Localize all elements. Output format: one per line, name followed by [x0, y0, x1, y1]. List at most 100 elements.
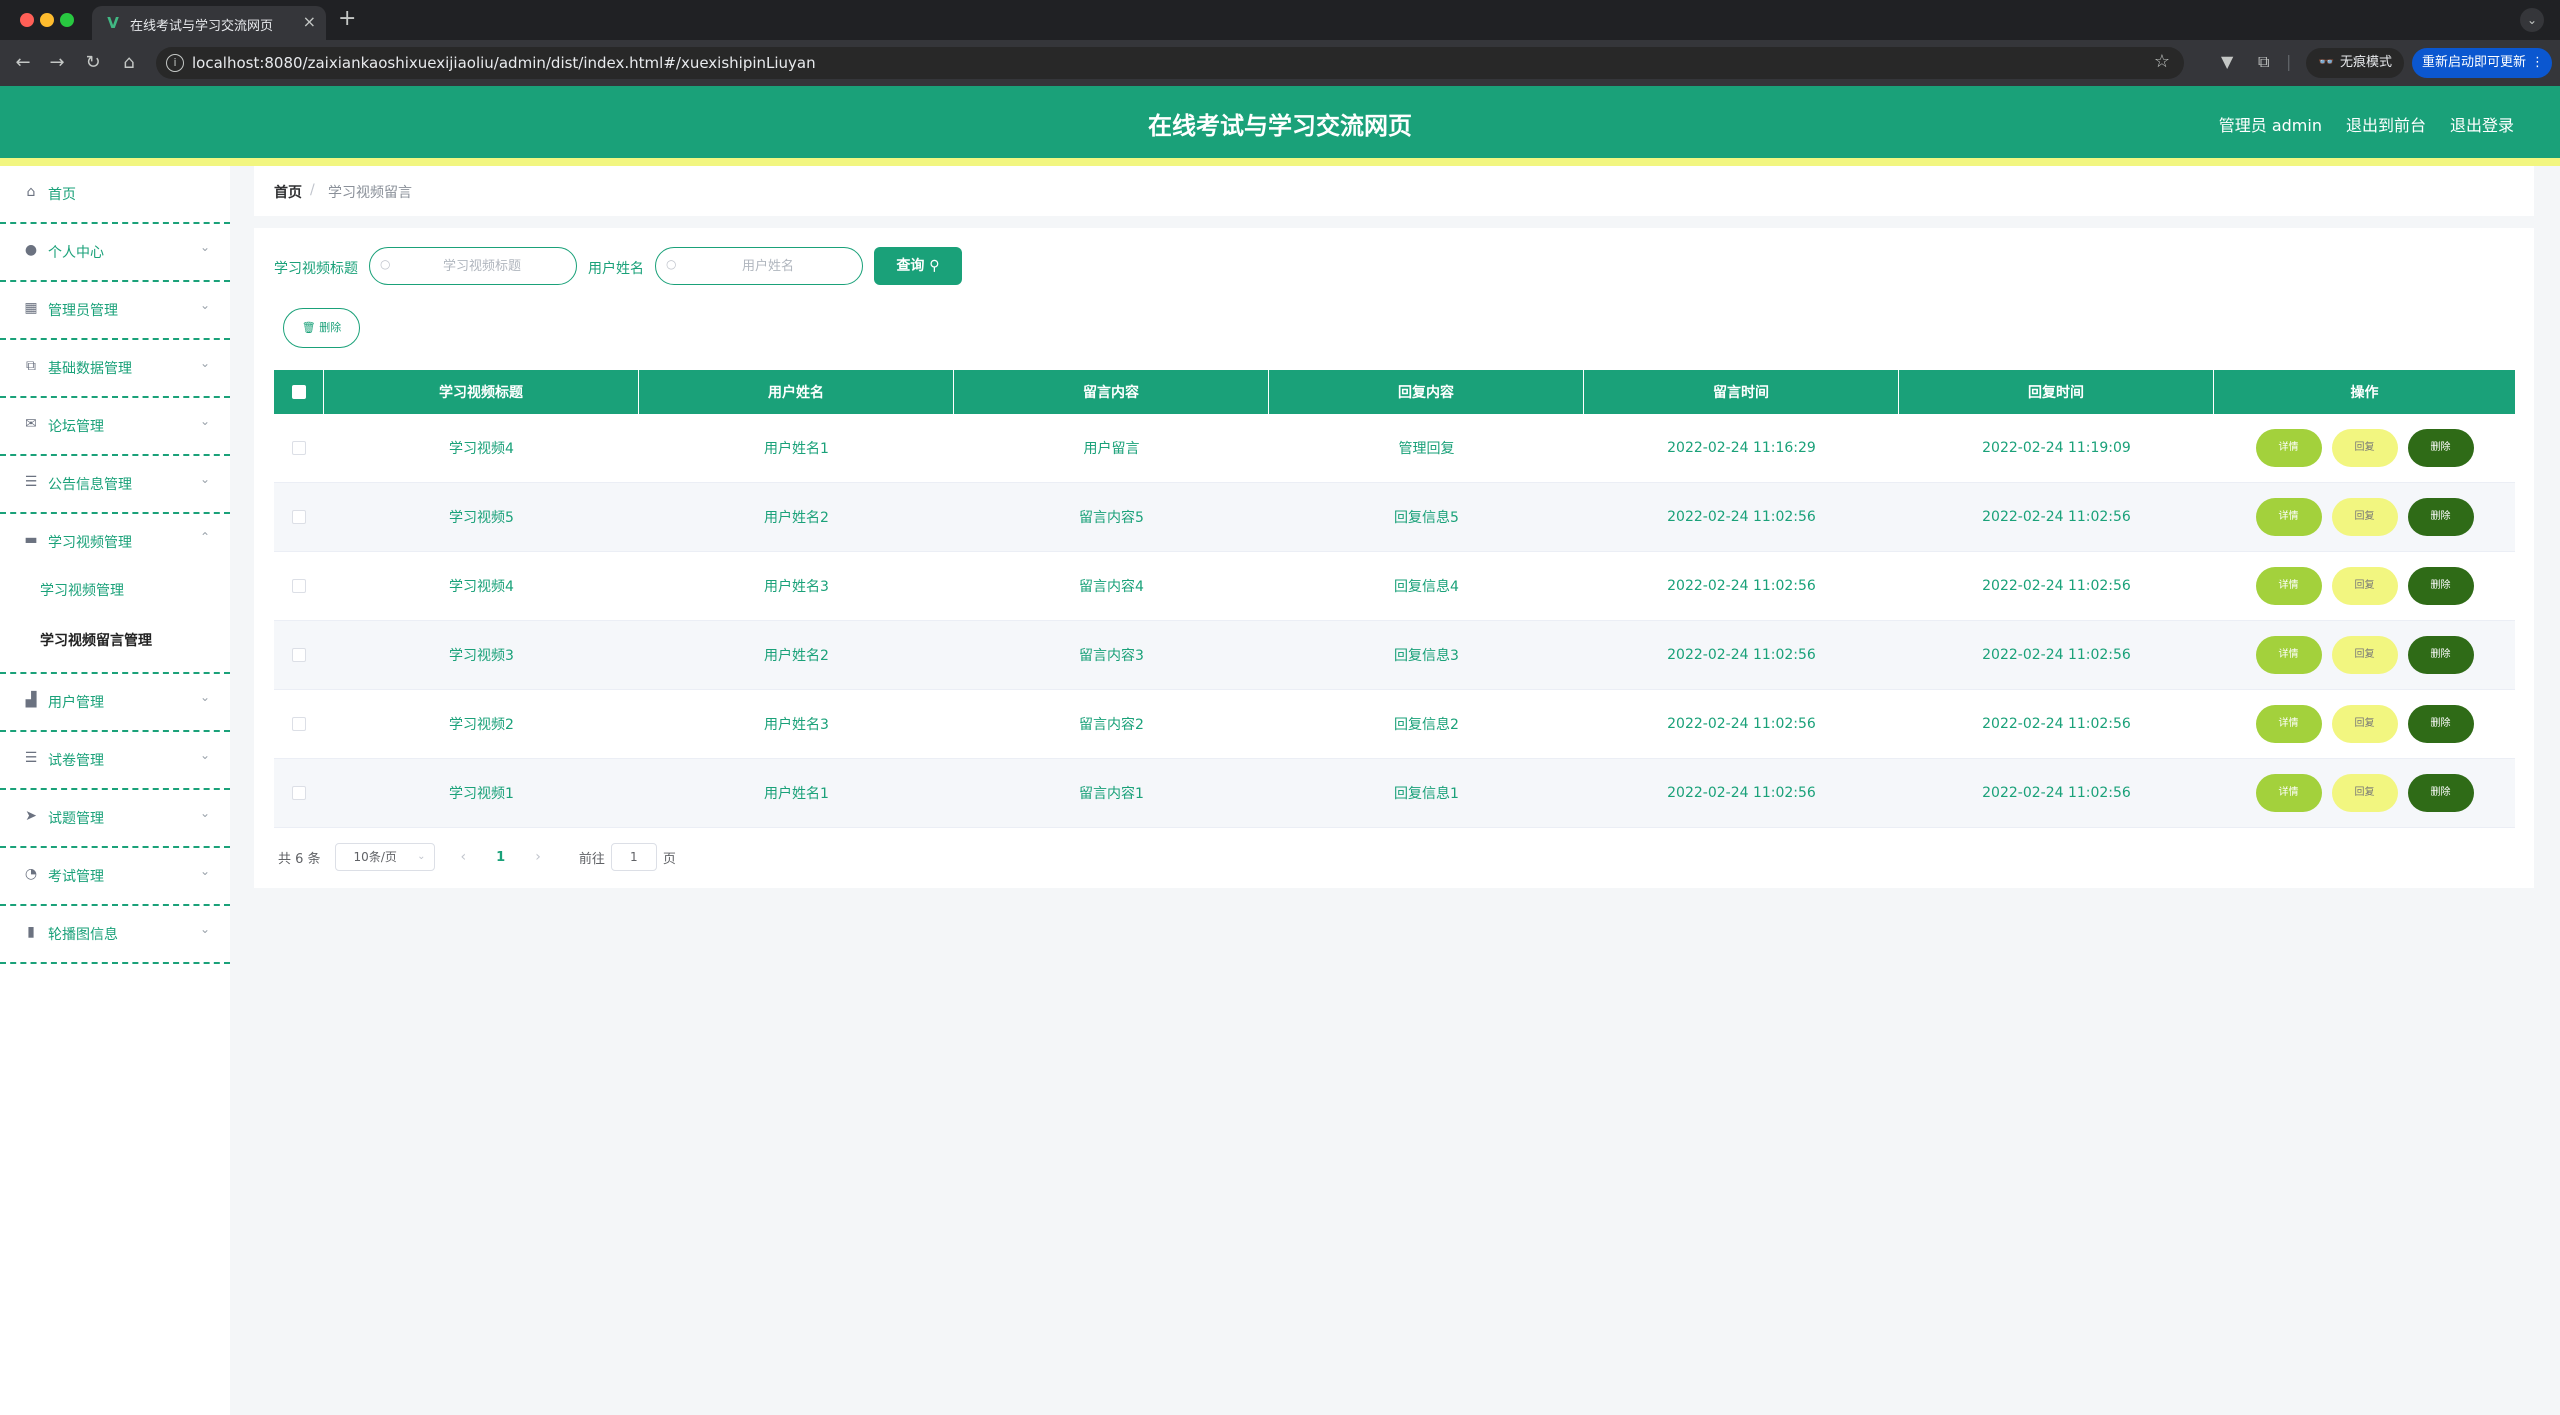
row-select-cell: [274, 552, 324, 620]
reply-button[interactable]: 回复: [2331, 636, 2398, 674]
sidebar-item-exams[interactable]: ◔ 考试管理 ⌄: [0, 848, 230, 906]
submenu-video-comments[interactable]: 学习视频留言管理: [40, 630, 152, 650]
sidebar-item-carousel[interactable]: ▮ 轮播图信息 ⌄: [0, 906, 230, 964]
sidebar-item-video[interactable]: ▬ 学习视频管理 ⌃: [0, 514, 230, 572]
reply-button[interactable]: 回复: [2331, 567, 2398, 605]
extension-icon[interactable]: ▼: [2221, 52, 2233, 71]
column-header: 回复内容: [1269, 370, 1584, 414]
reply-button[interactable]: 回复: [2331, 774, 2398, 812]
select-all-checkbox[interactable]: [291, 385, 306, 399]
url-text[interactable]: localhost:8080/zaixiankaoshixuexijiaoliu…: [192, 54, 816, 72]
breadcrumb-separator: /: [310, 182, 315, 198]
page-size-value: 10条/页: [353, 850, 397, 864]
cell-created-time: 2022-02-24 11:02:56: [1667, 578, 1816, 594]
sidebar-item-questions[interactable]: ➤ 试题管理 ⌄: [0, 790, 230, 848]
logout-link[interactable]: 退出登录: [2450, 112, 2514, 136]
prev-page-icon[interactable]: ‹: [461, 849, 467, 865]
page-unit-label: 页: [662, 851, 676, 867]
detail-button[interactable]: 详情: [2255, 636, 2322, 674]
sidebar-item-label: 试卷管理: [48, 753, 104, 769]
minimize-window-button[interactable]: [40, 13, 54, 27]
browser-tab[interactable]: V 在线考试与学习交流网页 ×: [92, 6, 326, 40]
sidebar-item-home[interactable]: ⌂ 首页: [0, 166, 230, 224]
cell-reply-time: 2022-02-24 11:02:56: [1982, 716, 2131, 732]
row-checkbox[interactable]: [292, 579, 306, 593]
reply-button[interactable]: 回复: [2331, 705, 2398, 743]
column-header: 用户姓名: [639, 370, 954, 414]
user-icon: ●: [24, 242, 38, 258]
batch-delete-button[interactable]: 🗑 删除: [283, 308, 360, 348]
info-icon[interactable]: i: [166, 54, 184, 72]
reply-button[interactable]: 回复: [2331, 498, 2398, 536]
user-search-input[interactable]: [684, 256, 852, 276]
sidebar-item-personal-center[interactable]: ● 个人中心 ⌄: [0, 224, 230, 282]
page-size-select[interactable]: 10条/页 ⌄: [334, 843, 435, 871]
vue-logo-icon: V: [107, 14, 119, 32]
row-checkbox[interactable]: [292, 717, 306, 731]
cell-created-time: 2022-02-24 11:02:56: [1667, 647, 1816, 663]
title-search-input[interactable]: [398, 256, 566, 276]
next-page-icon[interactable]: ›: [535, 849, 541, 865]
detail-button[interactable]: 详情: [2255, 774, 2322, 812]
detail-button[interactable]: 详情: [2255, 705, 2322, 743]
row-checkbox[interactable]: [292, 648, 306, 662]
goto-page-input[interactable]: 1: [610, 843, 657, 871]
delete-button[interactable]: 删除: [2407, 567, 2474, 605]
more-icon[interactable]: ⋮: [2531, 48, 2544, 78]
sidebar-item-notice[interactable]: ☰ 公告信息管理 ⌄: [0, 456, 230, 514]
home-icon[interactable]: ⌂: [116, 50, 142, 76]
cell-created-time: 2022-02-24 11:16:29: [1667, 440, 1816, 456]
sidebar-item-papers[interactable]: ☰ 试卷管理 ⌄: [0, 732, 230, 790]
detail-button[interactable]: 详情: [2255, 429, 2322, 467]
delete-label: 删除: [319, 321, 342, 334]
user-search-field[interactable]: ○: [655, 247, 863, 285]
query-button[interactable]: 查询 ⚲: [874, 247, 962, 285]
delete-button[interactable]: 删除: [2407, 705, 2474, 743]
search-icon: ⚲: [929, 258, 940, 274]
breadcrumb-home[interactable]: 首页: [274, 182, 302, 202]
table-header: 学习视频标题 用户姓名 留言内容 回复内容 留言时间 回复时间 操作: [274, 370, 2515, 414]
back-icon[interactable]: ←: [10, 50, 36, 76]
puzzle-icon[interactable]: ⧉: [2258, 52, 2269, 72]
detail-button[interactable]: 详情: [2255, 567, 2322, 605]
maximize-window-button[interactable]: [60, 13, 74, 27]
cell-content: 留言内容3: [1079, 648, 1144, 664]
title-search-field[interactable]: ○: [369, 247, 577, 285]
reload-icon[interactable]: ↻: [80, 50, 106, 76]
cell-title: 学习视频1: [449, 786, 514, 802]
query-label: 查询: [896, 258, 925, 274]
close-icon[interactable]: ×: [303, 12, 316, 31]
delete-button[interactable]: 删除: [2407, 636, 2474, 674]
sidebar-item-forum[interactable]: ✉ 论坛管理 ⌄: [0, 398, 230, 456]
row-checkbox[interactable]: [292, 510, 306, 524]
update-button[interactable]: 重新启动即可更新 ⋮: [2412, 48, 2553, 78]
chevron-down-icon[interactable]: ⌄: [2520, 8, 2544, 32]
detail-button[interactable]: 详情: [2255, 498, 2322, 536]
row-actions: 详情 回复 删除: [2214, 483, 2515, 551]
cell-reply: 回复信息3: [1394, 648, 1459, 664]
delete-button[interactable]: 删除: [2407, 429, 2474, 467]
reply-button[interactable]: 回复: [2331, 429, 2398, 467]
sidebar-item-users[interactable]: ▟ 用户管理 ⌄: [0, 674, 230, 732]
chevron-down-icon: ⌄: [199, 748, 210, 762]
sidebar-item-admin-management[interactable]: ▦ 管理员管理 ⌄: [0, 282, 230, 340]
page-number-current[interactable]: 1: [496, 850, 505, 865]
row-checkbox[interactable]: [292, 786, 306, 800]
forward-icon[interactable]: →: [44, 50, 70, 76]
exit-to-front-link[interactable]: 退出到前台: [2346, 112, 2426, 136]
sidebar-item-base-data[interactable]: ⧉ 基础数据管理 ⌄: [0, 340, 230, 398]
star-icon[interactable]: ☆: [2154, 51, 2170, 72]
submenu-video-management[interactable]: 学习视频管理: [40, 580, 124, 600]
delete-button[interactable]: 删除: [2407, 774, 2474, 812]
delete-button[interactable]: 删除: [2407, 498, 2474, 536]
new-tab-button[interactable]: +: [338, 6, 356, 32]
column-header: 学习视频标题: [324, 370, 639, 414]
cell-user: 用户姓名1: [764, 441, 829, 457]
accent-bar: [0, 158, 2560, 166]
address-bar[interactable]: i localhost:8080/zaixiankaoshixuexijiaol…: [156, 47, 2184, 79]
row-checkbox[interactable]: [292, 441, 306, 455]
incognito-badge[interactable]: 👓 无痕模式: [2306, 48, 2405, 78]
cell-reply: 回复信息4: [1394, 579, 1459, 595]
close-window-button[interactable]: [20, 13, 34, 27]
incognito-icon: 👓: [2318, 55, 2335, 70]
